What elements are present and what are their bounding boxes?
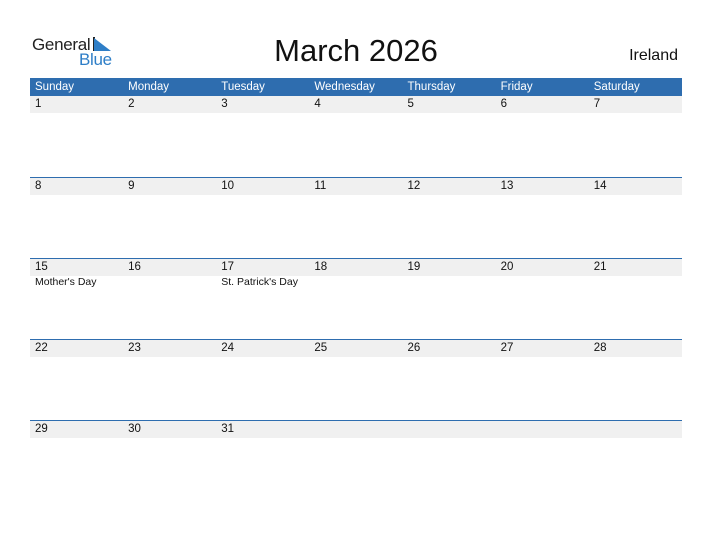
weekday-saturday: Saturday [593, 81, 640, 93]
day-cell: 9 [123, 178, 216, 195]
holiday-label: Mother's Day [35, 276, 97, 288]
week-row: 8 9 10 11 12 13 14 [30, 177, 682, 258]
day-cell: 28 [589, 340, 682, 357]
day-cell: 7 [589, 96, 682, 113]
day-number: 27 [500, 342, 514, 354]
day-cell: 21 [589, 259, 682, 289]
week-row: 15 Mother's Day 16 17 St. Patrick's Day 18 19 2… [30, 258, 682, 339]
day-number: 15 [35, 261, 48, 273]
week-cells: 29 30 31 [30, 421, 682, 438]
day-cell: 20 [496, 259, 589, 289]
day-number: 17 [221, 261, 235, 273]
day-cell: 2 [123, 96, 216, 113]
day-cell: 22 [30, 340, 123, 357]
day-cell: 29 [30, 421, 123, 438]
day-number: 26 [407, 342, 421, 354]
day-cell: 6 [496, 96, 589, 113]
day-number: 22 [35, 342, 48, 354]
week-row: 22 23 24 25 26 27 28 [30, 339, 682, 420]
day-number: 20 [500, 261, 514, 273]
weekday-monday: Monday [128, 81, 170, 93]
holiday-label: St. Patrick's Day [221, 276, 298, 288]
day-number: 4 [314, 98, 321, 110]
day-number: 10 [221, 180, 235, 192]
day-cell: 8 [30, 178, 123, 195]
weekday-header: Sunday Monday Tuesday Wednesday Thursday Frid… [30, 78, 682, 96]
day-number: 29 [35, 423, 48, 435]
day-number: 31 [221, 423, 235, 435]
day-cell: 24 [216, 340, 309, 357]
day-cell: 16 [123, 259, 216, 289]
day-number [408, 421, 496, 438]
day-cell: 4 [309, 96, 402, 113]
calendar-grid: Sunday Monday Tuesday Wednesday Thursday Frid… [30, 78, 682, 501]
day-cell [309, 421, 402, 438]
day-number: 28 [593, 342, 607, 354]
day-cell [403, 421, 496, 438]
weekday-friday: Friday [500, 81, 533, 93]
day-number: 14 [593, 180, 607, 192]
day-cell: 11 [309, 178, 402, 195]
weekday-tuesday: Tuesday [221, 81, 265, 93]
day-number: 25 [314, 342, 328, 354]
week-cells: 1 2 3 4 5 6 7 [30, 96, 682, 113]
day-cell: 13 [496, 178, 589, 195]
day-number: 19 [407, 261, 421, 273]
day-number: 6 [500, 98, 508, 110]
day-cell [589, 421, 682, 438]
day-cell: 27 [496, 340, 589, 357]
day-number: 11 [314, 180, 327, 192]
day-cell: 5 [403, 96, 496, 113]
day-cell: 30 [123, 421, 216, 438]
weekday-wednesday: Wednesday [314, 81, 375, 93]
day-cell: 17 St. Patrick's Day [216, 259, 309, 289]
day-cell: 26 [403, 340, 496, 357]
weekday-thursday: Thursday [407, 81, 456, 93]
day-cell: 15 Mother's Day [30, 259, 123, 289]
day-cell: 31 [216, 421, 309, 438]
day-number: 24 [221, 342, 235, 354]
day-number [501, 421, 589, 438]
day-cell: 19 [403, 259, 496, 289]
day-number: 30 [128, 423, 141, 435]
country-label: Ireland [629, 47, 678, 64]
day-number [314, 421, 402, 438]
day-number: 8 [35, 180, 42, 192]
day-number: 12 [407, 180, 421, 192]
day-number [594, 421, 682, 438]
day-number: 3 [221, 98, 228, 110]
day-number: 18 [314, 261, 328, 273]
day-cell: 14 [589, 178, 682, 195]
day-number: 13 [500, 180, 514, 192]
week-cells: 22 23 24 25 26 27 28 [30, 340, 682, 357]
day-cell: 12 [403, 178, 496, 195]
week-cells: 15 Mother's Day 16 17 St. Patrick's Day 18 19 2… [30, 259, 682, 289]
day-number: 2 [128, 98, 135, 110]
day-number: 7 [593, 98, 601, 110]
weekday-sunday: Sunday [35, 81, 75, 93]
week-row: 29 30 31 [30, 420, 682, 501]
day-cell: 10 [216, 178, 309, 195]
day-number: 1 [35, 98, 42, 110]
day-cell: 18 [309, 259, 402, 289]
day-cell: 23 [123, 340, 216, 357]
day-number: 16 [128, 261, 141, 273]
day-cell [496, 421, 589, 438]
weeks-container: 1 2 3 4 5 6 7 8 9 10 11 12 13 14 15 Mother's Day 16 17 St.… [30, 96, 682, 501]
week-row: 1 2 3 4 5 6 7 [30, 96, 682, 177]
day-cell: 25 [309, 340, 402, 357]
day-cell: 1 [30, 96, 123, 113]
day-number: 9 [128, 180, 135, 192]
day-cell: 3 [216, 96, 309, 113]
week-cells: 8 9 10 11 12 13 14 [30, 178, 682, 195]
calendar-title: March 2026 [274, 33, 438, 68]
day-number: 5 [407, 98, 414, 110]
day-number: 21 [593, 261, 607, 273]
day-number: 23 [128, 342, 141, 354]
